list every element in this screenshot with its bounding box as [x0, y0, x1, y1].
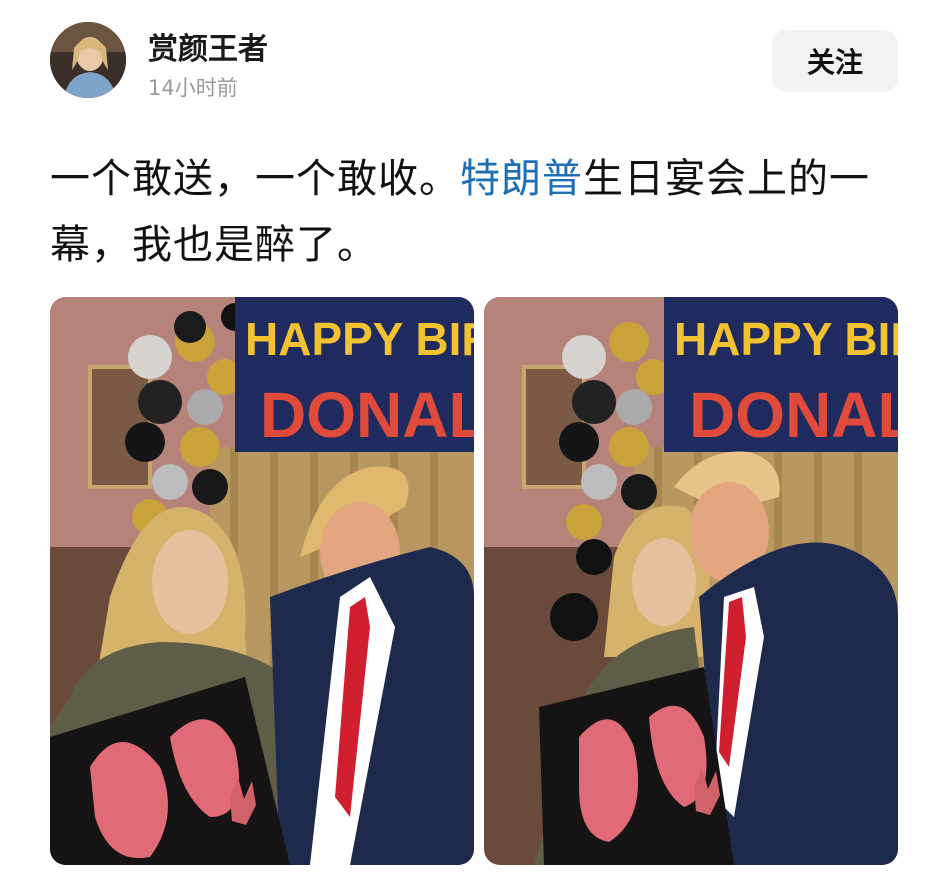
- avatar-image: [50, 22, 126, 98]
- photo-2[interactable]: HAPPY BIRT DONALD: [484, 297, 898, 865]
- topic-link[interactable]: 特朗普: [460, 156, 583, 202]
- banner-line2: DONALD: [260, 379, 474, 451]
- post-text: 一个敢送，一个敢收。特朗普生日宴会上的一幕，我也是醉了。: [50, 146, 910, 278]
- post-header: 赏颜王者 14小时前 关注: [0, 0, 948, 120]
- avatar[interactable]: [50, 22, 126, 98]
- banner-line2-b: DONALD: [689, 379, 898, 451]
- banner-line1: HAPPY BIRT: [245, 313, 474, 365]
- photo-1[interactable]: HAPPY BIRT DONALD: [50, 297, 474, 865]
- follow-button[interactable]: 关注: [772, 30, 898, 92]
- post-text-part1: 一个敢送，一个敢收。: [50, 156, 460, 202]
- banner-line1-b: HAPPY BIRT: [674, 313, 898, 365]
- author-name[interactable]: 赏颜王者: [148, 24, 268, 68]
- post-time: 14小时前: [148, 76, 238, 100]
